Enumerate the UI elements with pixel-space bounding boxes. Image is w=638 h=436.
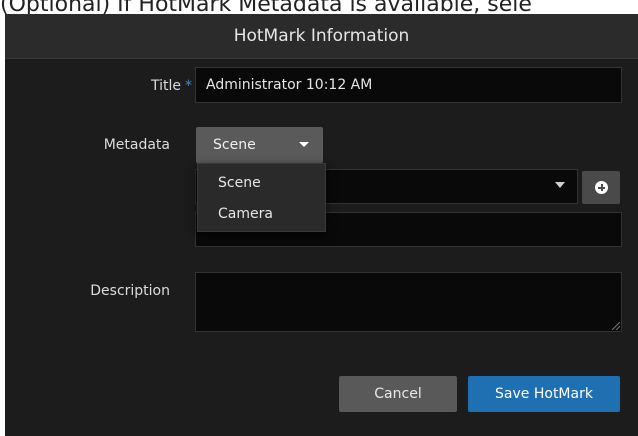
dialog-header: HotMark Information xyxy=(5,14,638,59)
menu-item-scene[interactable]: Scene xyxy=(198,169,325,197)
metadata-type-dropdown[interactable]: Scene xyxy=(196,127,323,163)
metadata-type-selected: Scene xyxy=(213,137,256,153)
cancel-button[interactable]: Cancel xyxy=(339,376,457,412)
description-textarea[interactable] xyxy=(195,272,622,332)
title-label: Title * xyxy=(60,78,192,94)
save-hotmark-button[interactable]: Save HotMark xyxy=(468,376,620,412)
title-label-text: Title xyxy=(150,78,181,94)
description-label: Description xyxy=(90,283,170,299)
caret-down-icon xyxy=(299,142,309,147)
dialog-title: HotMark Information xyxy=(233,26,410,46)
title-input[interactable] xyxy=(195,67,622,103)
add-metadata-button[interactable] xyxy=(582,171,620,204)
resize-grip-icon[interactable] xyxy=(612,322,620,330)
chevron-down-icon[interactable] xyxy=(555,182,565,188)
metadata-label: Metadata xyxy=(103,137,170,153)
plus-circle-icon xyxy=(595,181,608,194)
required-marker: * xyxy=(185,78,192,94)
menu-item-camera[interactable]: Camera xyxy=(198,200,325,228)
metadata-type-menu: Scene Camera xyxy=(197,163,326,232)
